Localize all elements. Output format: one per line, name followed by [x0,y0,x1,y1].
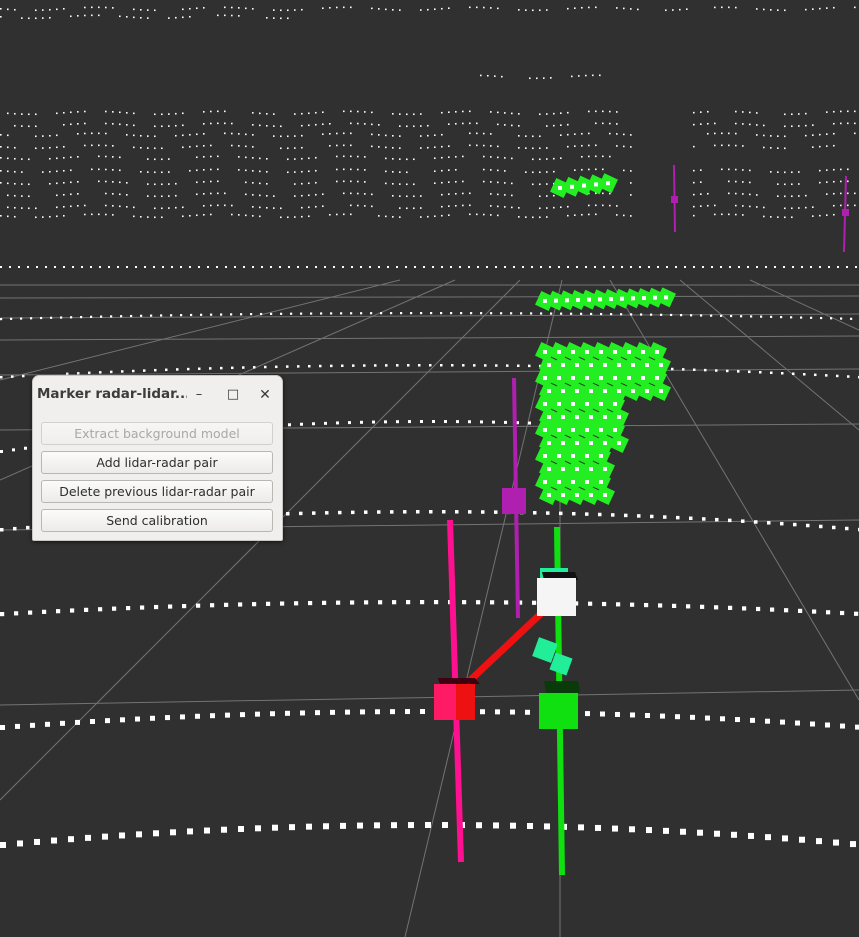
marker-radar-lidar-dialog[interactable]: Marker radar-lidar... – □ ✕ Extract back… [32,375,283,541]
send-calibration-button[interactable]: Send calibration [41,509,273,532]
extract-background-button: Extract background model [41,422,273,445]
dialog-title: Marker radar-lidar... [37,386,187,402]
dialog-titlebar[interactable]: Marker radar-lidar... – □ ✕ [33,376,282,414]
maximize-icon[interactable]: □ [223,385,243,405]
add-pair-button[interactable]: Add lidar-radar pair [41,451,273,474]
delete-pair-button[interactable]: Delete previous lidar-radar pair [41,480,273,503]
minimize-icon[interactable]: – [189,385,209,405]
radar-marker-icon [434,678,480,720]
selected-marker-icon [537,572,578,616]
close-icon[interactable]: ✕ [255,385,275,405]
